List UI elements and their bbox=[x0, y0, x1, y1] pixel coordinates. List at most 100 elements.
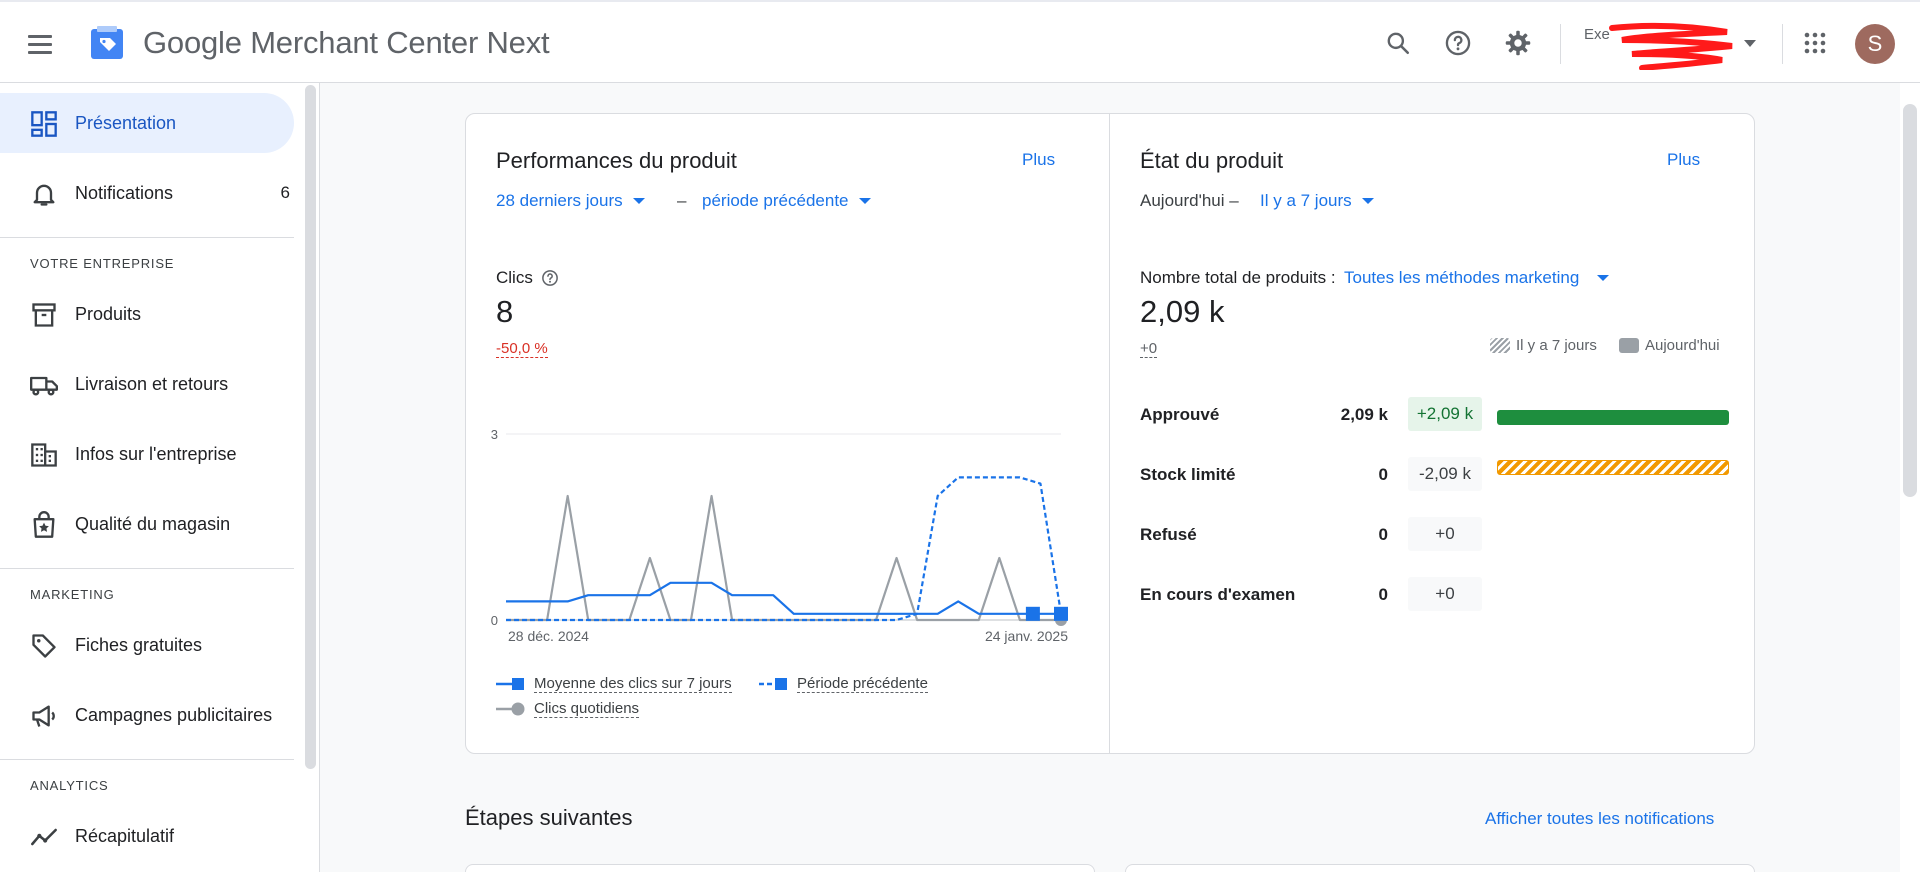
top-bar: Google Merchant Center Next Exe S bbox=[0, 0, 1920, 83]
account-dropdown-icon bbox=[1744, 40, 1756, 47]
clicks-value: 8 bbox=[496, 294, 514, 329]
clicks-label: Clics bbox=[496, 268, 559, 288]
series-line-1 bbox=[506, 476, 1063, 622]
next-step-card[interactable] bbox=[1125, 864, 1755, 872]
hamburger-icon bbox=[28, 34, 52, 38]
sidebar-item-business-info[interactable]: Infos sur l'entreprise bbox=[0, 424, 294, 484]
notifications-count: 6 bbox=[280, 183, 290, 202]
legend-avg-marker bbox=[496, 678, 524, 690]
sidebar-item-free-listings[interactable]: Fiches gratuites bbox=[0, 615, 294, 675]
x-tick-label: 28 déc. 2024 bbox=[508, 628, 589, 644]
sidebar-divider bbox=[0, 568, 294, 569]
status-row-approved: Approuvé 2,09 k +2,09 k bbox=[1140, 397, 1730, 433]
sidebar-divider bbox=[0, 237, 294, 238]
legend-daily-marker bbox=[496, 702, 525, 716]
sidebar-divider bbox=[0, 759, 294, 760]
period-separator: – bbox=[677, 191, 687, 210]
y-tick-label: 3 bbox=[491, 427, 498, 442]
legend-seven-days-ago: Il y a 7 jours bbox=[1490, 337, 1597, 354]
compare-dropdown[interactable]: période précédente bbox=[702, 191, 871, 211]
sidebar-item-presentation[interactable]: Présentation bbox=[0, 93, 294, 153]
caret-down-icon bbox=[632, 198, 645, 204]
redaction-scribble bbox=[1609, 22, 1733, 70]
legend-prev-marker bbox=[759, 678, 787, 690]
sidebar-item-shipping[interactable]: Livraison et retours bbox=[0, 354, 294, 414]
account-switcher[interactable]: Exe bbox=[1582, 20, 1767, 70]
archive-icon bbox=[32, 303, 56, 327]
y-tick-label: 0 bbox=[491, 613, 498, 628]
caret-down-icon bbox=[1597, 275, 1610, 281]
status-change-approved: +2,09 k bbox=[1408, 397, 1482, 431]
caret-down-icon bbox=[1361, 198, 1374, 204]
search-button[interactable] bbox=[1381, 26, 1415, 60]
status-row-under-review: En cours d'examen 0 +0 bbox=[1140, 577, 1730, 613]
sidebar: Présentation Notifications 6 VOTRE ENTRE… bbox=[0, 83, 320, 872]
series-marker bbox=[1054, 606, 1068, 621]
avatar[interactable]: S bbox=[1855, 24, 1895, 64]
clicks-line-chart: 3 0 28 déc. 2024 24 janv. 2025 bbox=[491, 427, 1068, 644]
status-bar-approved bbox=[1497, 410, 1729, 425]
total-products-value: 2,09 k bbox=[1140, 294, 1225, 329]
section-title-marketing: MARKETING bbox=[30, 587, 115, 602]
store-quality-icon bbox=[33, 511, 55, 538]
legend-daily[interactable]: Clics quotidiens bbox=[496, 700, 640, 718]
sidebar-scrollbar[interactable] bbox=[305, 85, 316, 769]
help-icon[interactable] bbox=[541, 269, 559, 287]
dashboard-icon bbox=[31, 111, 57, 137]
series-line-0 bbox=[506, 581, 1061, 615]
legend-avg[interactable]: Moyenne des clics sur 7 jours bbox=[496, 675, 732, 693]
sidebar-item-products[interactable]: Produits bbox=[0, 284, 294, 344]
series-marker bbox=[1025, 606, 1040, 621]
series-line-2 bbox=[506, 494, 1061, 622]
status-row-refused: Refusé 0 +0 bbox=[1140, 517, 1730, 553]
bell-icon bbox=[33, 184, 55, 206]
all-notifications-link[interactable]: Afficher toutes les notifications bbox=[1485, 809, 1714, 829]
next-steps-heading: Étapes suivantes bbox=[465, 805, 633, 830]
next-step-card[interactable] bbox=[465, 864, 1095, 872]
total-products-change: +0 bbox=[1140, 340, 1158, 358]
tag-icon bbox=[32, 634, 56, 658]
status-change-refused: +0 bbox=[1408, 517, 1482, 551]
apps-grid-icon bbox=[1804, 32, 1826, 54]
product-performance-card: Performances du produit Plus 28 derniers… bbox=[465, 113, 1110, 754]
status-change-limited-stock: -2,09 k bbox=[1408, 457, 1482, 491]
total-products-label: Nombre total de produits : bbox=[1140, 268, 1336, 287]
trend-icon bbox=[31, 828, 57, 846]
product-state-card: État du produit Plus Aujourd'hui – Il y … bbox=[1109, 113, 1755, 754]
header-divider-2 bbox=[1782, 24, 1783, 64]
section-title-analytics: ANALYTICS bbox=[30, 778, 109, 793]
performance-title: Performances du produit bbox=[496, 148, 737, 173]
x-tick-label: 24 janv. 2025 bbox=[985, 628, 1068, 644]
state-title: État du produit bbox=[1140, 148, 1284, 173]
status-change-under-review: +0 bbox=[1408, 577, 1482, 611]
today-label: Aujourd'hui – bbox=[1140, 191, 1239, 210]
performance-more-link[interactable]: Plus bbox=[1022, 150, 1055, 170]
apps-button[interactable] bbox=[1798, 26, 1832, 60]
help-button[interactable] bbox=[1441, 26, 1475, 60]
sidebar-item-ad-campaigns[interactable]: Campagnes publicitaires bbox=[0, 685, 294, 745]
caret-down-icon bbox=[858, 198, 871, 204]
main-scrollbar-thumb[interactable] bbox=[1903, 104, 1917, 497]
merchant-center-logo bbox=[91, 26, 123, 59]
hatch-swatch bbox=[1490, 338, 1510, 353]
status-row-limited-stock: Stock limité 0 -2,09 k bbox=[1140, 457, 1730, 493]
state-more-link[interactable]: Plus bbox=[1667, 150, 1700, 170]
megaphone-icon bbox=[32, 705, 55, 727]
sidebar-item-store-quality[interactable]: Qualité du magasin bbox=[0, 494, 294, 554]
state-compare-dropdown[interactable]: Il y a 7 jours bbox=[1260, 191, 1374, 211]
main-menu-button[interactable] bbox=[28, 29, 62, 59]
legend-prev[interactable]: Période précédente bbox=[759, 675, 928, 693]
marketing-method-dropdown[interactable]: Toutes les méthodes marketing bbox=[1344, 268, 1610, 288]
building-icon bbox=[31, 443, 57, 467]
gear-icon bbox=[1505, 30, 1531, 56]
status-bar-limited-stock bbox=[1497, 460, 1729, 475]
legend-today: Aujourd'hui bbox=[1619, 337, 1720, 354]
product-name: Google Merchant Center Next bbox=[143, 25, 550, 60]
truck-icon bbox=[30, 376, 58, 396]
sidebar-item-summary[interactable]: Récapitulatif bbox=[0, 806, 294, 866]
sidebar-item-notifications[interactable]: Notifications 6 bbox=[0, 163, 294, 223]
period-dropdown[interactable]: 28 derniers jours bbox=[496, 191, 645, 211]
section-title-business: VOTRE ENTREPRISE bbox=[30, 256, 175, 271]
settings-button[interactable] bbox=[1501, 26, 1535, 60]
help-icon bbox=[1445, 30, 1471, 56]
